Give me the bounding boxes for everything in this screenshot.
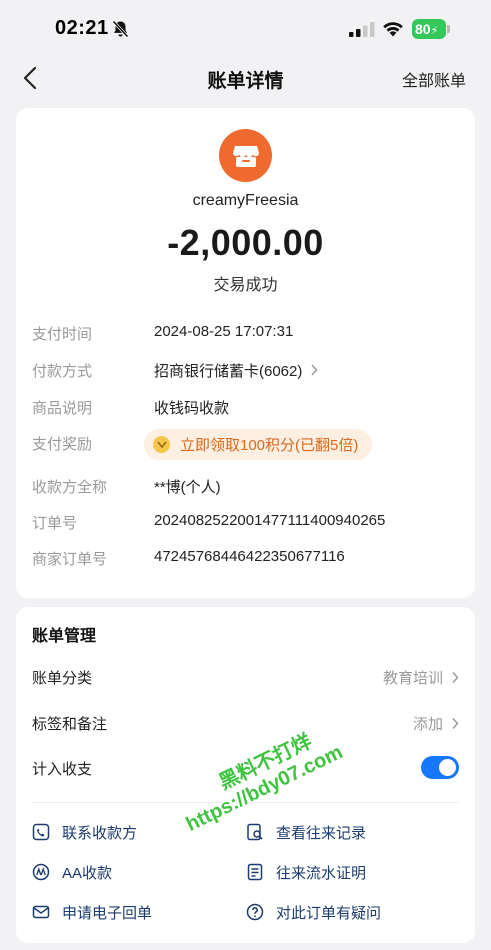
mail-icon (32, 905, 50, 919)
merchant-order-no-label: 商家订单号 (32, 551, 108, 568)
order-question-label: 对此订单有疑问 (276, 904, 382, 922)
pay-method-label: 付款方式 (32, 363, 93, 380)
question-icon (246, 903, 264, 921)
e-receipt-label: 申请电子回单 (62, 904, 153, 922)
pay-method-value[interactable]: 招商银行储蓄卡(6062) (154, 360, 318, 381)
nav-header: 账单详情 全部账单 (0, 58, 491, 98)
aa-collect-button[interactable]: AA收款 (32, 859, 112, 885)
order-no-label: 订单号 (32, 515, 78, 532)
home-indicator-area (0, 944, 491, 950)
item-desc-label: 商品说明 (32, 400, 93, 417)
item-desc-value: 收钱码收款 (154, 400, 230, 417)
contact-payee-button[interactable]: 联系收款方 (32, 819, 137, 845)
merchant-order-no-value: 4724576844642235067711​6 (154, 548, 345, 565)
tags-notes-label: 标签和备注 (32, 716, 108, 733)
tags-notes-value: 添加 (413, 713, 459, 734)
payee-name-value: **博(个人) (154, 479, 221, 496)
all-bills-link[interactable]: 全部账单 (402, 67, 466, 91)
tags-notes-text: 添加 (412, 716, 443, 733)
status-bar: 02:21 80⚡ (0, 0, 491, 58)
pay-method-text: 招商银行储蓄卡(6062) (154, 363, 303, 380)
contact-payee-label: 联系收款方 (62, 824, 138, 842)
chevron-right-icon (311, 364, 318, 376)
battery-icon: 80⚡ (412, 19, 450, 39)
statement-proof-label: 往来流水证明 (276, 864, 367, 882)
statement-icon (247, 863, 263, 881)
aa-collect-label: AA收款 (62, 864, 113, 882)
signal-icon (349, 22, 375, 37)
transaction-amount: -2,000.00 (167, 222, 324, 263)
storefront-icon (219, 129, 272, 182)
bill-category-row[interactable]: 账单分类 教育培训 (16, 659, 475, 695)
coin-icon (153, 436, 170, 453)
bell-slash-icon (112, 20, 129, 38)
payee-name-label: 收款方全称 (32, 479, 108, 496)
pay-time-value: 2024-08-25 17:07:31 (154, 323, 294, 340)
bill-management-card: 账单管理 账单分类 教育培训 标签和备注 添加 计入收支 联系收款方 查看往来记… (16, 607, 475, 943)
aa-icon (32, 863, 50, 881)
phone-icon (32, 823, 50, 841)
transaction-card: creamyFreesia -2,000.00 交易成功 支付时间 2024-0… (16, 108, 475, 598)
order-no-value: 2024082522001477111400940265 (154, 512, 386, 529)
count-income-toggle[interactable] (421, 756, 459, 779)
reward-label: 支付奖励 (32, 436, 93, 453)
view-records-label: 查看往来记录 (276, 824, 367, 842)
chevron-right-icon (452, 717, 459, 730)
toggle-knob (439, 759, 456, 776)
count-income-label: 计入收支 (32, 761, 93, 778)
count-income-row: 计入收支 (16, 750, 475, 786)
reward-text: 立即领取100积分(已翻5倍) (180, 437, 359, 454)
merchant-name: creamyFreesia (192, 192, 299, 209)
tags-notes-row[interactable]: 标签和备注 添加 (16, 705, 475, 741)
status-time: 02:21 (55, 17, 109, 39)
bill-category-label: 账单分类 (32, 670, 93, 687)
view-records-button[interactable]: 查看往来记录 (246, 819, 366, 845)
bill-category-text: 教育培训 (382, 670, 443, 687)
reward-button[interactable]: 立即领取100积分(已翻5倍) (144, 429, 373, 460)
chevron-right-icon (452, 671, 459, 684)
e-receipt-button[interactable]: 申请电子回单 (32, 899, 152, 925)
divider (32, 802, 459, 803)
search-record-icon (247, 823, 263, 841)
section-title: 账单管理 (32, 628, 97, 645)
order-question-button[interactable]: 对此订单有疑问 (246, 899, 381, 925)
bill-category-value: 教育培训 (383, 667, 459, 688)
transaction-status: 交易成功 (213, 277, 278, 294)
pay-time-label: 支付时间 (32, 326, 93, 343)
battery-level: 80⚡ (412, 19, 446, 39)
wifi-icon (383, 22, 403, 37)
statement-proof-button[interactable]: 往来流水证明 (246, 859, 366, 885)
